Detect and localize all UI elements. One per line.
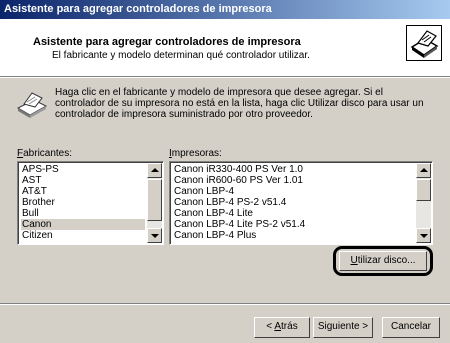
manufacturers-label: Fabricantes: (17, 148, 72, 159)
scrollbar[interactable] (416, 163, 431, 243)
button-access-key: U (350, 255, 358, 266)
scroll-up-button[interactable] (416, 163, 431, 178)
arrow-up-icon (151, 168, 159, 172)
arrow-up-icon (420, 168, 428, 172)
window-title: Asistente para agregar controladores de … (4, 3, 272, 15)
have-disk-button[interactable]: Utilizar disco... (339, 251, 427, 271)
header-title: Asistente para agregar controladores de … (33, 36, 301, 48)
list-item[interactable]: Canon iR330-400 PS Ver 1.0 (173, 164, 414, 175)
cancel-button[interactable]: Cancelar (382, 317, 440, 338)
list-item[interactable]: Brother (21, 197, 145, 208)
list-item[interactable]: Bull (21, 208, 145, 219)
arrow-down-icon (420, 234, 428, 238)
list-item[interactable]: Canon LBP-4 Lite (173, 208, 414, 219)
printers-list[interactable]: Canon iR330-400 PS Ver 1.0 Canon iR600-6… (169, 161, 433, 245)
list-item[interactable]: Canon LBP-4 PS-2 v51.4 (173, 197, 414, 208)
wizard-header: Asistente para agregar controladores de … (0, 19, 450, 77)
printers-label: Impresoras: (169, 148, 222, 159)
next-button[interactable]: Siguiente > (313, 317, 373, 338)
title-bar: Asistente para agregar controladores de … (0, 0, 450, 19)
instructions-text: Haga clic en el fabricante y modelo de i… (55, 87, 424, 120)
list-item[interactable]: Canon iR600-60 PS Ver 1.01 (173, 175, 414, 186)
scroll-thumb[interactable] (416, 179, 431, 201)
label-part: mpresoras: (171, 148, 222, 159)
list-item[interactable]: Canon LBP-4 Lite PS-2 v51.4 (173, 219, 414, 230)
list-item[interactable]: AST (21, 175, 145, 186)
header-separator (0, 77, 450, 78)
scroll-thumb[interactable] (147, 179, 162, 221)
manufacturers-items: APS-PS AST AT&T Brother Bull Canon Citiz… (21, 164, 145, 241)
bottom-separator-highlight (0, 304, 450, 305)
manufacturers-list[interactable]: APS-PS AST AT&T Brother Bull Canon Citiz… (17, 161, 164, 245)
printer-icon (406, 25, 442, 61)
list-item-selected[interactable]: Canon (21, 219, 145, 230)
button-label: tilizar disco... (357, 255, 416, 266)
back-button[interactable]: < Atrás (254, 317, 310, 338)
scroll-down-button[interactable] (147, 228, 162, 243)
button-label: trás (281, 321, 298, 332)
list-item[interactable]: Canon LBP-4 Plus (173, 230, 414, 241)
scroll-down-button[interactable] (416, 228, 431, 243)
list-item[interactable]: AT&T (21, 186, 145, 197)
header-subtitle: El fabricante y modelo determinan qué co… (52, 50, 310, 61)
printer-icon (14, 90, 50, 122)
list-item[interactable]: Citizen (21, 230, 145, 241)
scroll-up-button[interactable] (147, 163, 162, 178)
list-item[interactable]: APS-PS (21, 164, 145, 175)
list-item[interactable]: Canon LBP-4 (173, 186, 414, 197)
scrollbar[interactable] (147, 163, 162, 243)
printers-items: Canon iR330-400 PS Ver 1.0 Canon iR600-6… (173, 164, 414, 241)
label-part: abricantes: (23, 148, 73, 159)
arrow-down-icon (151, 234, 159, 238)
